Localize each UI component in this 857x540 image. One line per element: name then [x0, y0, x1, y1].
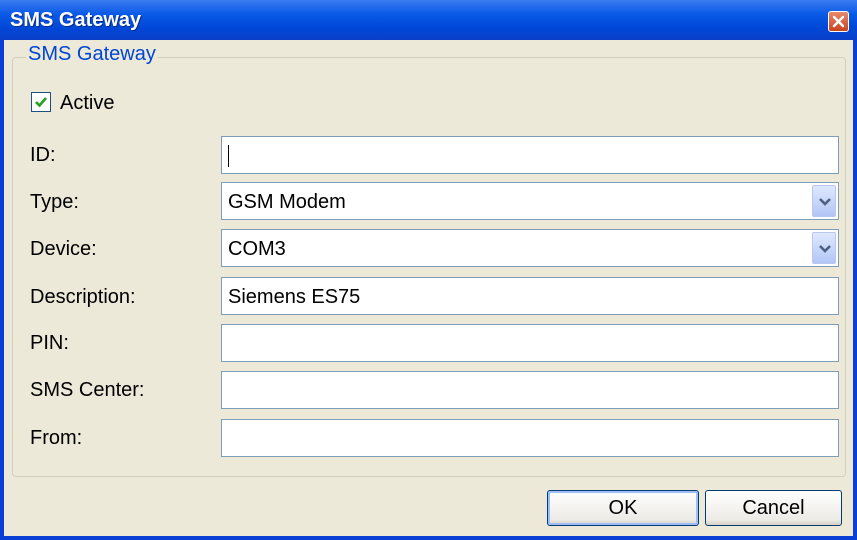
description-label: Description:: [30, 286, 136, 308]
cancel-button[interactable]: Cancel: [705, 490, 842, 526]
active-label[interactable]: Active: [60, 92, 114, 115]
pin-field[interactable]: [221, 324, 839, 362]
type-combobox[interactable]: GSM Modem: [221, 182, 839, 220]
dialog-client-area: SMS Gateway Active ID: Type: GSM Modem D…: [4, 40, 853, 536]
dialog-window: SMS Gateway SMS Gateway Active ID: Type:…: [0, 0, 857, 540]
active-checkbox[interactable]: [31, 92, 51, 112]
device-label: Device:: [30, 238, 97, 260]
id-field[interactable]: [221, 136, 839, 174]
from-label: From:: [30, 427, 83, 449]
close-icon: [832, 15, 845, 28]
ok-button[interactable]: OK: [547, 490, 699, 526]
window-title: SMS Gateway: [10, 9, 142, 31]
groupbox-title: SMS Gateway: [26, 43, 158, 66]
chevron-down-icon: [819, 198, 831, 206]
from-field[interactable]: [221, 419, 839, 457]
type-value: GSM Modem: [228, 191, 346, 213]
device-dropdown-button[interactable]: [812, 232, 836, 264]
type-label: Type:: [30, 191, 79, 213]
device-combobox[interactable]: COM3: [221, 229, 839, 267]
sms-center-field[interactable]: [221, 371, 839, 409]
type-dropdown-button[interactable]: [812, 185, 836, 217]
id-label: ID:: [30, 144, 56, 166]
chevron-down-icon: [819, 245, 831, 253]
device-value: COM3: [228, 238, 286, 260]
checkmark-icon: [35, 97, 47, 108]
description-field[interactable]: Siemens ES75: [221, 277, 839, 315]
description-value: Siemens ES75: [228, 286, 361, 308]
pin-label: PIN:: [30, 332, 69, 354]
sms-center-label: SMS Center:: [30, 379, 145, 401]
sms-gateway-groupbox: [12, 57, 846, 477]
title-bar[interactable]: SMS Gateway: [0, 0, 857, 40]
close-button[interactable]: [828, 11, 849, 32]
text-caret: [228, 145, 229, 167]
